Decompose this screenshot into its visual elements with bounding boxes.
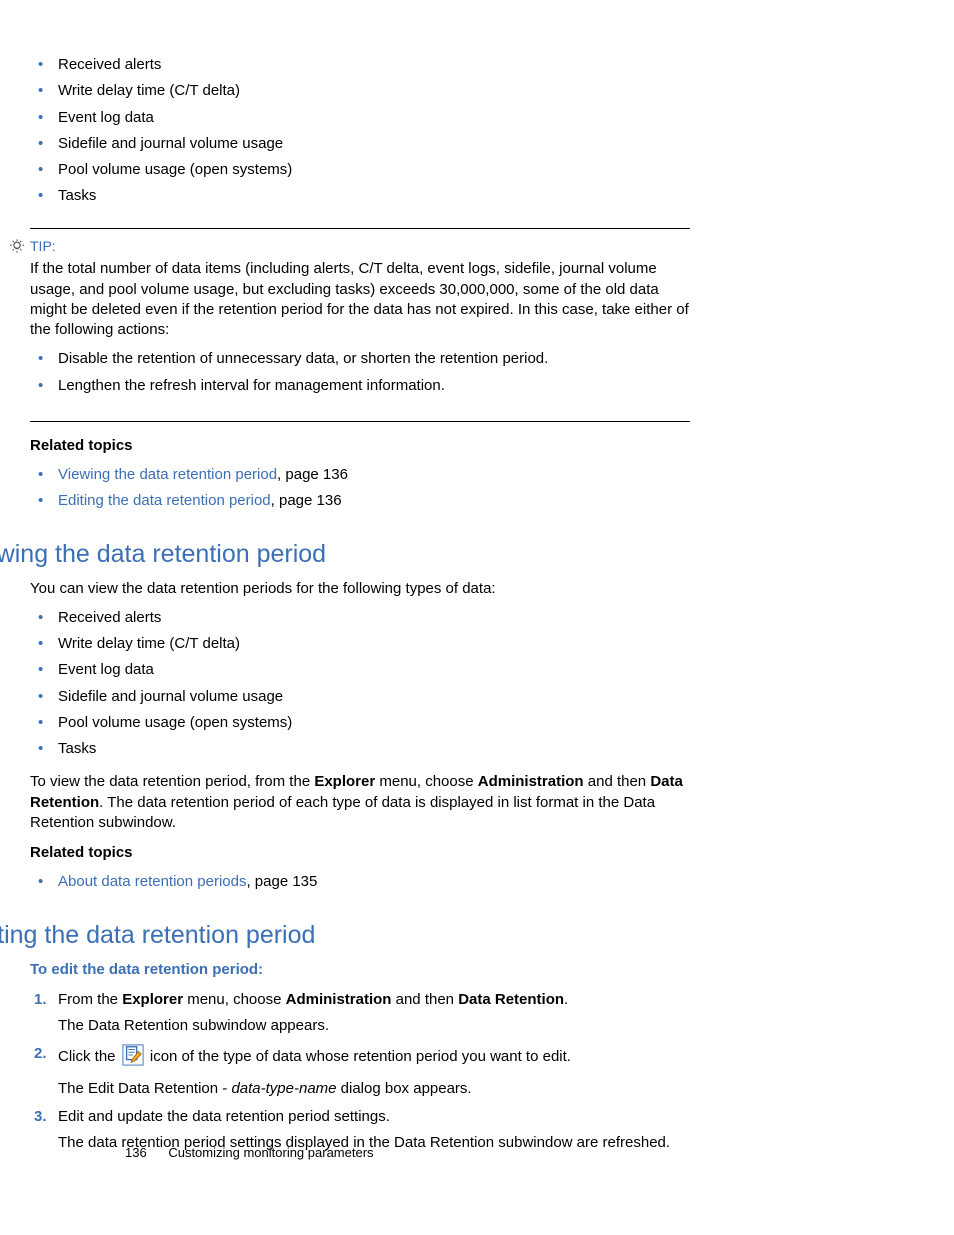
related-suffix: , page 136 bbox=[271, 492, 342, 509]
list-item: Sidefile and journal volume usage bbox=[30, 131, 690, 157]
related-topics-list: About data retention periods, page 135 bbox=[30, 869, 690, 895]
tip-label: TIP: bbox=[30, 237, 690, 256]
text: To view the data retention period, from … bbox=[30, 773, 314, 790]
menu-name: Explorer bbox=[122, 991, 183, 1008]
list-text: Sidefile and journal volume usage bbox=[58, 135, 283, 152]
text: Click the bbox=[58, 1048, 120, 1065]
related-link[interactable]: Viewing the data retention period bbox=[58, 466, 277, 483]
step-1: From the Explorer menu, choose Administr… bbox=[30, 986, 690, 1041]
list-text: Received alerts bbox=[58, 609, 161, 626]
list-item: Received alerts bbox=[30, 52, 690, 78]
page: Received alerts Write delay time (C/T de… bbox=[0, 0, 954, 1235]
section1-intro: You can view the data retention periods … bbox=[30, 579, 690, 599]
related-topics-list: Viewing the data retention period, page … bbox=[30, 462, 690, 515]
procedure-title: To edit the data retention period: bbox=[30, 960, 690, 980]
tip-box: TIP: If the total number of data items (… bbox=[30, 228, 690, 422]
list-text: Tasks bbox=[58, 740, 96, 757]
list-item: Event log data bbox=[30, 657, 690, 683]
list-item: Pool volume usage (open systems) bbox=[30, 157, 690, 183]
text: . bbox=[564, 991, 568, 1008]
list-item: Editing the data retention period, page … bbox=[30, 488, 690, 514]
related-suffix: , page 136 bbox=[277, 466, 348, 483]
step-desc: The Edit Data Retention - data-type-name… bbox=[58, 1079, 690, 1099]
intro-list: Received alerts Write delay time (C/T de… bbox=[30, 52, 690, 210]
text: menu, choose bbox=[375, 773, 478, 790]
text: and then bbox=[391, 991, 458, 1008]
text: The Edit Data Retention - bbox=[58, 1080, 231, 1097]
list-item: Pool volume usage (open systems) bbox=[30, 710, 690, 736]
page-footer: 136 Customizing monitoring parameters bbox=[125, 1144, 374, 1162]
section-heading-editing: Editing the data retention period bbox=[0, 920, 690, 950]
list-text: Lengthen the refresh interval for manage… bbox=[58, 377, 445, 394]
list-item: Tasks bbox=[30, 736, 690, 762]
menu-name: Data Retention bbox=[458, 991, 564, 1008]
section-heading-viewing: Viewing the data retention period bbox=[0, 539, 690, 569]
text: Edit and update the data retention perio… bbox=[58, 1108, 390, 1125]
list-text: Tasks bbox=[58, 187, 96, 204]
tip-lightbulb-icon bbox=[8, 237, 26, 261]
page-number: 136 bbox=[125, 1145, 147, 1160]
text: menu, choose bbox=[183, 991, 286, 1008]
list-item: Lengthen the refresh interval for manage… bbox=[30, 373, 690, 399]
text: . The data retention period of each type… bbox=[30, 794, 655, 831]
tip-list: Disable the retention of unnecessary dat… bbox=[30, 346, 690, 399]
text: icon of the type of data whose retention… bbox=[146, 1048, 571, 1065]
list-item: Write delay time (C/T delta) bbox=[30, 78, 690, 104]
list-text: Write delay time (C/T delta) bbox=[58, 635, 240, 652]
menu-name: Administration bbox=[478, 773, 584, 790]
footer-title: Customizing monitoring parameters bbox=[168, 1145, 373, 1160]
list-text: Event log data bbox=[58, 109, 154, 126]
list-item: Disable the retention of unnecessary dat… bbox=[30, 346, 690, 372]
list-text: Pool volume usage (open systems) bbox=[58, 714, 292, 731]
variable-name: data-type-name bbox=[231, 1080, 336, 1097]
related-topics-heading: Related topics bbox=[30, 436, 690, 456]
procedure-steps: From the Explorer menu, choose Administr… bbox=[30, 986, 690, 1158]
main-content: Received alerts Write delay time (C/T de… bbox=[30, 52, 690, 1157]
list-item: Tasks bbox=[30, 183, 690, 209]
list-text: Received alerts bbox=[58, 56, 161, 73]
list-item: Received alerts bbox=[30, 605, 690, 631]
text: and then bbox=[584, 773, 651, 790]
related-link[interactable]: About data retention periods bbox=[58, 873, 246, 890]
related-link[interactable]: Editing the data retention period bbox=[58, 492, 271, 509]
related-suffix: , page 135 bbox=[246, 873, 317, 890]
text: From the bbox=[58, 991, 122, 1008]
list-item: Event log data bbox=[30, 105, 690, 131]
list-text: Disable the retention of unnecessary dat… bbox=[58, 350, 548, 367]
list-text: Sidefile and journal volume usage bbox=[58, 688, 283, 705]
menu-name: Administration bbox=[286, 991, 392, 1008]
section1-list: Received alerts Write delay time (C/T de… bbox=[30, 605, 690, 763]
step-desc: The Data Retention subwindow appears. bbox=[58, 1016, 690, 1036]
list-text: Write delay time (C/T delta) bbox=[58, 82, 240, 99]
list-item: Viewing the data retention period, page … bbox=[30, 462, 690, 488]
step-2: Click the icon of the type of data whose… bbox=[30, 1040, 690, 1103]
list-item: Write delay time (C/T delta) bbox=[30, 631, 690, 657]
section1-para: To view the data retention period, from … bbox=[30, 772, 690, 833]
tip-body: If the total number of data items (inclu… bbox=[30, 259, 690, 399]
list-text: Event log data bbox=[58, 661, 154, 678]
tip-text: If the total number of data items (inclu… bbox=[30, 260, 689, 338]
text: dialog box appears. bbox=[337, 1080, 472, 1097]
menu-name: Explorer bbox=[314, 773, 375, 790]
list-text: Pool volume usage (open systems) bbox=[58, 161, 292, 178]
list-item: Sidefile and journal volume usage bbox=[30, 684, 690, 710]
edit-document-icon bbox=[122, 1044, 144, 1072]
related-topics-heading: Related topics bbox=[30, 843, 690, 863]
list-item: About data retention periods, page 135 bbox=[30, 869, 690, 895]
